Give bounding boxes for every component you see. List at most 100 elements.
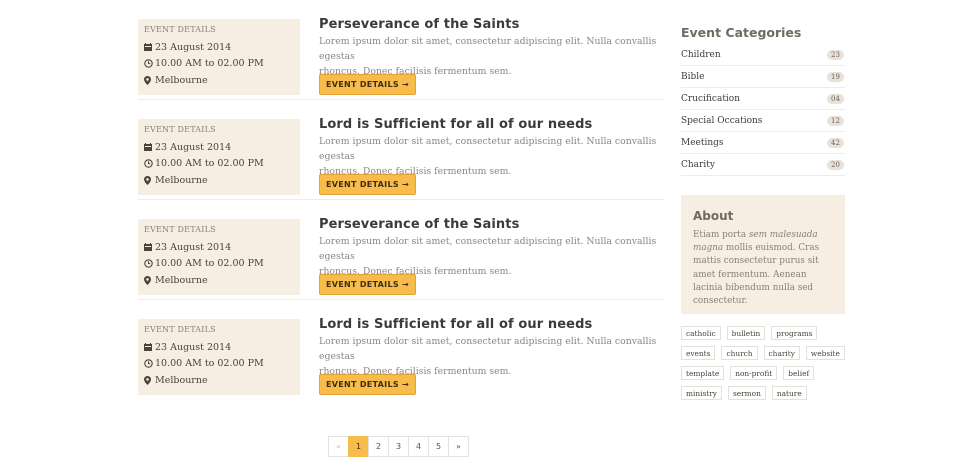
pagination-page-5[interactable]: 5 — [428, 436, 449, 457]
event-details-box: EVENT DETAILS 23 August 2014 10.00 AM to… — [138, 119, 300, 195]
tag-church[interactable]: church — [721, 346, 758, 360]
event-content: Lord is Sufficient for all of our needs … — [319, 117, 664, 195]
category-item-crucification[interactable]: Crucification 04 — [681, 88, 845, 110]
tag-belief[interactable]: belief — [783, 366, 815, 380]
event-item: EVENT DETAILS 23 August 2014 10.00 AM to… — [138, 200, 664, 300]
event-location-text: Melbourne — [155, 174, 208, 186]
pagination-next-button[interactable]: » — [448, 436, 469, 457]
events-list: EVENT DETAILS 23 August 2014 10.00 AM to… — [138, 0, 664, 400]
tag-sermon[interactable]: sermon — [727, 386, 766, 400]
tag-ministry[interactable]: ministry — [681, 386, 722, 400]
category-count-badge: 04 — [827, 93, 844, 104]
event-details-heading: EVENT DETAILS — [144, 225, 216, 234]
pagination-page-4[interactable]: 4 — [408, 436, 429, 457]
clock-icon — [144, 159, 155, 169]
calendar-icon — [144, 43, 155, 52]
event-time: 10.00 AM to 02.00 PM — [144, 156, 294, 173]
pagination-page-3[interactable]: 3 — [388, 436, 409, 457]
event-item: EVENT DETAILS 23 August 2014 10.00 AM to… — [138, 100, 664, 200]
tag-nature[interactable]: nature — [771, 386, 807, 400]
clock-icon — [144, 259, 155, 269]
event-date: 23 August 2014 — [144, 339, 294, 356]
event-item: EVENT DETAILS 23 August 2014 10.00 AM to… — [138, 0, 664, 100]
event-location: Melbourne — [144, 272, 294, 289]
event-details-box: EVENT DETAILS 23 August 2014 10.00 AM to… — [138, 319, 300, 395]
calendar-icon — [144, 243, 155, 252]
category-item-special-occations[interactable]: Special Occations 12 — [681, 110, 845, 132]
event-time-text: 10.00 AM to 02.00 PM — [155, 358, 264, 370]
category-count-badge: 12 — [827, 115, 844, 126]
category-count-badge: 19 — [827, 71, 844, 82]
event-date-text: 23 August 2014 — [155, 41, 232, 53]
event-date: 23 August 2014 — [144, 239, 294, 256]
event-time: 10.00 AM to 02.00 PM — [144, 256, 294, 273]
event-details-box: EVENT DETAILS 23 August 2014 10.00 AM to… — [138, 19, 300, 95]
about-widget: About Etiam porta sem malesuada magna mo… — [681, 195, 845, 314]
tag-charity[interactable]: charity — [763, 346, 800, 360]
map-marker-icon — [144, 375, 155, 385]
tag-cloud: catholic bulletin programs events church… — [681, 326, 851, 406]
event-description: Lorem ipsum dolor sit amet, consectetur … — [319, 234, 664, 279]
pagination-prev-button[interactable]: « — [328, 436, 349, 457]
categories-title: Event Categories — [681, 25, 802, 40]
category-label: Charity — [681, 159, 715, 170]
category-item-meetings[interactable]: Meetings 42 — [681, 132, 845, 154]
event-details-heading: EVENT DETAILS — [144, 25, 216, 34]
event-time: 10.00 AM to 02.00 PM — [144, 56, 294, 73]
category-label: Meetings — [681, 137, 724, 148]
event-location: Melbourne — [144, 72, 294, 89]
event-title[interactable]: Lord is Sufficient for all of our needs — [319, 317, 664, 332]
event-title[interactable]: Lord is Sufficient for all of our needs — [319, 117, 664, 132]
category-label: Crucification — [681, 93, 741, 104]
event-location-text: Melbourne — [155, 74, 208, 86]
event-description-line: Lorem ipsum dolor sit amet, consectetur … — [319, 336, 657, 362]
clock-icon — [144, 359, 155, 369]
category-label: Special Occations — [681, 115, 763, 126]
event-details-heading: EVENT DETAILS — [144, 325, 216, 334]
event-description: Lorem ipsum dolor sit amet, consectetur … — [319, 134, 664, 179]
map-marker-icon — [144, 275, 155, 285]
tag-website[interactable]: website — [805, 346, 845, 360]
tag-catholic[interactable]: catholic — [681, 326, 721, 340]
category-count-badge: 20 — [827, 159, 844, 170]
category-item-charity[interactable]: Charity 20 — [681, 154, 845, 176]
event-details-button[interactable]: EVENT DETAILS → — [319, 274, 416, 295]
map-marker-icon — [144, 75, 155, 85]
event-time-text: 10.00 AM to 02.00 PM — [155, 258, 264, 270]
event-date-text: 23 August 2014 — [155, 241, 232, 253]
event-details-button[interactable]: EVENT DETAILS → — [319, 74, 416, 95]
event-title[interactable]: Perseverance of the Saints — [319, 17, 664, 32]
category-list: Children 23 Bible 19 Crucification 04 Sp… — [681, 44, 845, 176]
event-item: EVENT DETAILS 23 August 2014 10.00 AM to… — [138, 300, 664, 400]
event-location-text: Melbourne — [155, 274, 208, 286]
tag-template[interactable]: template — [681, 366, 725, 380]
event-description-line: Lorem ipsum dolor sit amet, consectetur … — [319, 136, 657, 162]
category-label: Bible — [681, 71, 705, 82]
pagination-page-2[interactable]: 2 — [368, 436, 389, 457]
event-date-text: 23 August 2014 — [155, 341, 232, 353]
category-item-children[interactable]: Children 23 — [681, 44, 845, 66]
event-content: Lord is Sufficient for all of our needs … — [319, 317, 664, 395]
event-description-line: Lorem ipsum dolor sit amet, consectetur … — [319, 36, 657, 62]
pagination-page-1[interactable]: 1 — [348, 436, 369, 457]
event-details-box: EVENT DETAILS 23 August 2014 10.00 AM to… — [138, 219, 300, 295]
category-item-bible[interactable]: Bible 19 — [681, 66, 845, 88]
event-title[interactable]: Perseverance of the Saints — [319, 217, 664, 232]
tag-programs[interactable]: programs — [771, 326, 818, 340]
event-details-button[interactable]: EVENT DETAILS → — [319, 374, 416, 395]
calendar-icon — [144, 343, 155, 352]
map-marker-icon — [144, 175, 155, 185]
tag-bulletin[interactable]: bulletin — [726, 326, 766, 340]
event-time: 10.00 AM to 02.00 PM — [144, 356, 294, 373]
calendar-icon — [144, 143, 155, 152]
event-content: Perseverance of the Saints Lorem ipsum d… — [319, 17, 664, 95]
event-date-text: 23 August 2014 — [155, 141, 232, 153]
tag-events[interactable]: events — [681, 346, 716, 360]
category-count-badge: 42 — [827, 137, 844, 148]
tag-non-profit[interactable]: non-profit — [730, 366, 778, 380]
category-label: Children — [681, 49, 721, 60]
event-details-button[interactable]: EVENT DETAILS → — [319, 174, 416, 195]
event-date: 23 August 2014 — [144, 39, 294, 56]
clock-icon — [144, 59, 155, 69]
about-text: Etiam porta sem malesuada magna mollis e… — [693, 229, 833, 308]
